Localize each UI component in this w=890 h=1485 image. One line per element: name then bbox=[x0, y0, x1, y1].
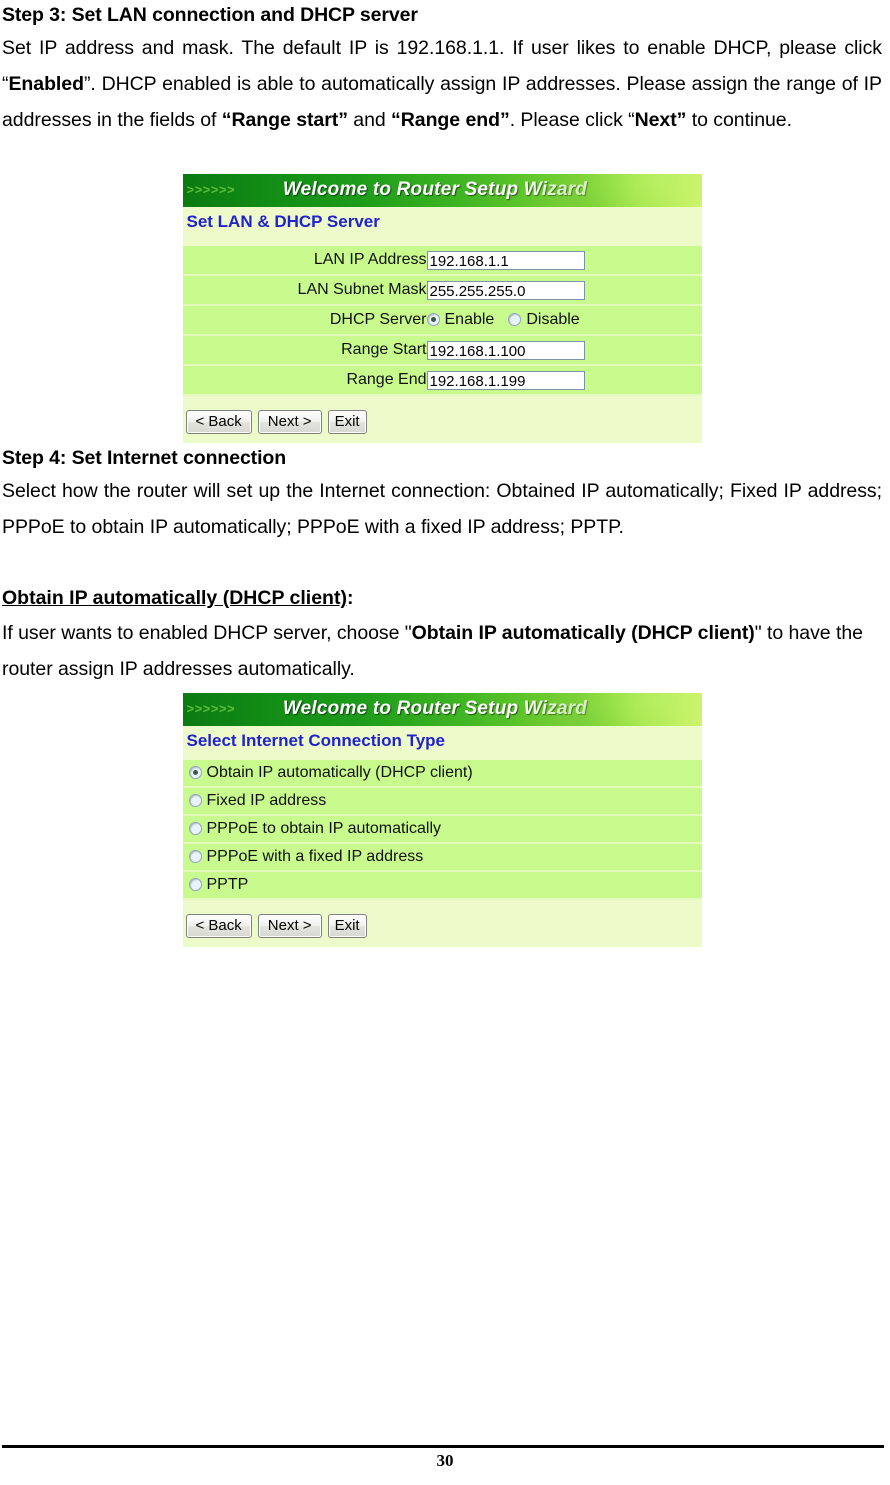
router-wizard-lan-screenshot: >>>>>> Welcome to Router Setup Wizard Se… bbox=[182, 174, 702, 443]
obtain-ip-text-1: If user wants to enabled DHCP server, ch… bbox=[2, 622, 412, 644]
next-button[interactable]: Next > bbox=[257, 914, 322, 938]
wizard-wan-gap-bottom bbox=[182, 900, 702, 907]
obtain-ip-heading: Obtain IP automatically (DHCP client): bbox=[2, 581, 882, 615]
footer-divider bbox=[2, 1445, 884, 1448]
option-fixed-ip-label: Fixed IP address bbox=[206, 791, 327, 809]
table-row: LAN IP Address 192.168.1.1 bbox=[182, 246, 702, 276]
dhcp-disable-radio[interactable] bbox=[508, 313, 522, 327]
dhcp-disable-label: Disable bbox=[526, 310, 580, 328]
wizard-lan-banner: >>>>>> Welcome to Router Setup Wizard bbox=[182, 174, 702, 207]
router-wizard-wan-screenshot: >>>>>> Welcome to Router Setup Wizard Se… bbox=[182, 693, 702, 947]
option-pptp-radio[interactable] bbox=[188, 878, 202, 892]
list-item[interactable]: PPPoE to obtain IP automatically bbox=[182, 815, 702, 844]
option-dhcp-client-label: Obtain IP automatically (DHCP client) bbox=[206, 763, 473, 781]
table-row: DHCP Server Enable Disable bbox=[182, 305, 702, 336]
option-pppoe-auto-radio[interactable] bbox=[188, 822, 202, 836]
dhcp-enable-label: Enable bbox=[444, 310, 495, 328]
next-button[interactable]: Next > bbox=[257, 410, 322, 434]
range-end-label: Range End bbox=[182, 365, 427, 396]
back-button[interactable]: < Back bbox=[185, 914, 252, 938]
option-pppoe-fixed-cell[interactable]: PPPoE with a fixed IP address bbox=[182, 843, 702, 872]
step3-bold-enabled: Enabled bbox=[8, 73, 84, 95]
wizard-wan-subtitle: Select Internet Connection Type bbox=[182, 726, 702, 755]
option-pptp-cell[interactable]: PPTP bbox=[182, 871, 702, 900]
step4-heading: Step 4: Set Internet connection bbox=[2, 447, 287, 469]
option-pptp-label: PPTP bbox=[206, 875, 249, 893]
dhcp-server-cell: Enable Disable bbox=[426, 305, 702, 336]
list-item[interactable]: PPTP bbox=[182, 871, 702, 900]
back-button[interactable]: < Back bbox=[185, 410, 252, 434]
step4-paragraph: Select how the router will set up the In… bbox=[2, 480, 882, 538]
page-number: 30 bbox=[436, 1451, 454, 1470]
lan-subnet-mask-input[interactable]: 255.255.255.0 bbox=[426, 280, 585, 300]
lan-ip-address-label: LAN IP Address bbox=[182, 246, 427, 276]
wizard-wan-banner: >>>>>> Welcome to Router Setup Wizard bbox=[182, 693, 702, 726]
wizard-lan-banner-title: Welcome to Router Setup Wizard bbox=[282, 179, 588, 200]
option-dhcp-client-radio[interactable] bbox=[188, 766, 202, 780]
lan-subnet-mask-cell: 255.255.255.0 bbox=[426, 275, 702, 306]
obtain-ip-paragraph: If user wants to enabled DHCP server, ch… bbox=[2, 615, 882, 687]
range-end-cell: 192.168.1.199 bbox=[426, 365, 702, 396]
dhcp-enable-radio[interactable] bbox=[426, 313, 440, 327]
wizard-lan-gap-bottom bbox=[182, 396, 702, 403]
lan-ip-address-input[interactable]: 192.168.1.1 bbox=[426, 250, 585, 270]
list-item[interactable]: PPPoE with a fixed IP address bbox=[182, 843, 702, 872]
list-item[interactable]: Fixed IP address bbox=[182, 787, 702, 816]
range-start-input[interactable]: 192.168.1.100 bbox=[426, 340, 585, 360]
option-fixed-ip-cell[interactable]: Fixed IP address bbox=[182, 787, 702, 816]
list-item[interactable]: Obtain IP automatically (DHCP client) bbox=[182, 760, 702, 788]
step3-bold-next: Next” bbox=[634, 109, 687, 131]
option-pppoe-auto-cell[interactable]: PPPoE to obtain IP automatically bbox=[182, 815, 702, 844]
wizard-wan-buttonbar: < Back Next > Exit bbox=[182, 907, 702, 947]
table-row: Range Start 192.168.1.100 bbox=[182, 335, 702, 366]
wizard-lan-form: LAN IP Address 192.168.1.1 LAN Subnet Ma… bbox=[182, 246, 702, 396]
lan-ip-address-cell: 192.168.1.1 bbox=[426, 246, 702, 276]
lan-subnet-mask-label: LAN Subnet Mask bbox=[182, 275, 427, 306]
step3-bold-range-end: “Range end” bbox=[391, 109, 510, 131]
obtain-ip-heading-underlined: Obtain IP automatically (DHCP client) bbox=[2, 587, 347, 609]
option-dhcp-client-cell[interactable]: Obtain IP automatically (DHCP client) bbox=[182, 760, 702, 788]
range-start-cell: 192.168.1.100 bbox=[426, 335, 702, 366]
step3-paragraph: Set IP address and mask. The default IP … bbox=[2, 30, 882, 138]
wizard-wan-banner-title: Welcome to Router Setup Wizard bbox=[282, 698, 588, 719]
obtain-ip-bold-option: Obtain IP automatically (DHCP client) bbox=[411, 622, 755, 644]
range-start-label: Range Start bbox=[182, 335, 427, 366]
obtain-ip-heading-colon: : bbox=[346, 587, 354, 609]
step3-text-5: to continue. bbox=[686, 109, 792, 131]
step3-bold-range-start: “Range start” bbox=[221, 109, 348, 131]
wizard-wan-option-list: Obtain IP automatically (DHCP client) Fi… bbox=[182, 760, 702, 900]
wizard-lan-gap-top bbox=[182, 236, 702, 246]
table-row: LAN Subnet Mask 255.255.255.0 bbox=[182, 275, 702, 306]
option-pppoe-auto-label: PPPoE to obtain IP automatically bbox=[206, 819, 442, 837]
wizard-lan-subtitle: Set LAN & DHCP Server bbox=[182, 207, 702, 236]
range-end-input[interactable]: 192.168.1.199 bbox=[426, 370, 585, 390]
exit-button[interactable]: Exit bbox=[327, 914, 367, 938]
option-fixed-ip-radio[interactable] bbox=[188, 794, 202, 808]
table-row: Range End 192.168.1.199 bbox=[182, 365, 702, 396]
dhcp-server-label: DHCP Server bbox=[182, 305, 427, 336]
document-page: Step 3: Set LAN connection and DHCP serv… bbox=[0, 0, 890, 1485]
option-pppoe-fixed-label: PPPoE with a fixed IP address bbox=[206, 847, 424, 865]
step3-text-3: and bbox=[347, 109, 392, 131]
option-pppoe-fixed-radio[interactable] bbox=[188, 850, 202, 864]
exit-button[interactable]: Exit bbox=[327, 410, 367, 434]
wizard-lan-buttonbar: < Back Next > Exit bbox=[182, 403, 702, 443]
step3-text-4: . Please click “ bbox=[509, 109, 635, 131]
step3-heading: Step 3: Set LAN connection and DHCP serv… bbox=[2, 4, 418, 26]
page-footer: 30 bbox=[0, 1445, 890, 1485]
